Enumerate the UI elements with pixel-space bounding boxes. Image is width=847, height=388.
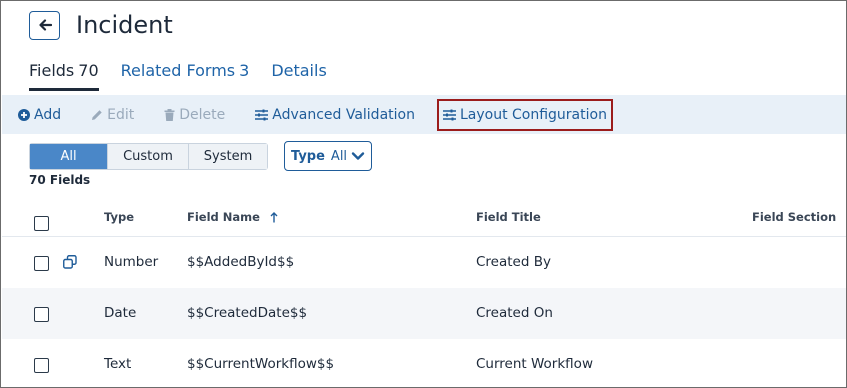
arrow-up-icon — [270, 212, 278, 223]
toolbar: Add Edit Delete Advanced Validation Layo… — [2, 95, 846, 134]
cell-field-name: $$CreatedDate$$ — [187, 305, 308, 321]
cell-type: Number — [104, 254, 159, 270]
sliders-icon — [442, 109, 456, 120]
cell-type: Text — [104, 356, 132, 372]
delete-label: Delete — [179, 106, 226, 123]
row-checkbox[interactable] — [34, 358, 49, 373]
row-checkbox[interactable] — [34, 256, 49, 271]
filter-custom-button[interactable]: Custom — [108, 143, 189, 169]
tab-related-forms-count: 3 — [239, 61, 250, 80]
field-count: 70 Fields — [29, 173, 91, 187]
plus-circle-icon — [18, 108, 30, 121]
back-button[interactable] — [29, 10, 60, 40]
app-frame: Incident Fields 70 Related Forms 3 Details… — [0, 0, 847, 388]
page-header: Incident — [29, 10, 173, 40]
filter-all-button[interactable]: All — [30, 143, 108, 169]
table-header: Type Field Name Field Title Field Sectio… — [2, 197, 846, 237]
advanced-validation-button[interactable]: Advanced Validation — [255, 99, 415, 131]
tab-details-label: Details — [271, 61, 327, 80]
filter-system-button[interactable]: System — [189, 143, 267, 169]
layout-configuration-label: Layout Configuration — [459, 106, 607, 123]
cell-field-title: Current Workflow — [476, 356, 593, 372]
filter-row: All Custom System Type All — [29, 141, 373, 171]
table-row[interactable]: Date $$CreatedDate$$ Created On — [2, 288, 846, 339]
row-checkbox[interactable] — [34, 307, 49, 322]
tab-fields-label: Fields — [29, 61, 75, 80]
tab-bar: Fields 70 Related Forms 3 Details — [29, 61, 349, 91]
edit-button[interactable]: Edit — [91, 99, 134, 131]
add-label: Add — [34, 106, 62, 123]
type-dropdown-label: Type — [291, 148, 325, 164]
type-dropdown-value: All — [330, 148, 348, 164]
arrow-left-icon — [38, 19, 52, 31]
layout-configuration-button[interactable]: Layout Configuration — [436, 98, 613, 131]
column-header-field-name-label: Field Name — [187, 210, 260, 224]
select-all-checkbox[interactable] — [34, 216, 49, 231]
cell-field-title: Created By — [476, 254, 551, 270]
chevron-down-icon — [351, 152, 365, 160]
trash-icon — [164, 108, 175, 121]
delete-button[interactable]: Delete — [164, 99, 225, 131]
tab-fields-count: 70 — [78, 61, 99, 80]
edit-label: Edit — [107, 106, 135, 123]
table-row[interactable]: Text $$CurrentWorkflow$$ Current Workflo… — [2, 339, 846, 387]
copy-icon[interactable] — [63, 255, 77, 269]
tab-related-forms[interactable]: Related Forms 3 — [121, 61, 250, 91]
tab-details[interactable]: Details — [271, 61, 326, 91]
sliders-icon — [255, 109, 269, 120]
field-filter-segmented-control: All Custom System — [29, 142, 268, 170]
column-header-field-title[interactable]: Field Title — [476, 210, 541, 224]
add-button[interactable]: Add — [18, 99, 61, 131]
fields-table: Type Field Name Field Title Field Sectio… — [2, 197, 846, 387]
table-row[interactable]: Number $$AddedById$$ Created By — [2, 237, 846, 288]
page-title: Incident — [76, 11, 173, 39]
cell-field-name: $$AddedById$$ — [187, 254, 295, 270]
cell-field-title: Created On — [476, 305, 553, 321]
type-dropdown[interactable]: Type All — [284, 141, 373, 171]
cell-type: Date — [104, 305, 137, 321]
pencil-icon — [92, 109, 102, 120]
advanced-validation-label: Advanced Validation — [272, 106, 415, 123]
column-header-field-name[interactable]: Field Name — [187, 210, 278, 224]
cell-field-name: $$CurrentWorkflow$$ — [187, 356, 335, 372]
tab-related-forms-label: Related Forms — [120, 61, 236, 80]
tab-fields[interactable]: Fields 70 — [29, 61, 99, 91]
column-header-field-section[interactable]: Field Section — [752, 210, 836, 224]
column-header-type[interactable]: Type — [104, 210, 134, 224]
